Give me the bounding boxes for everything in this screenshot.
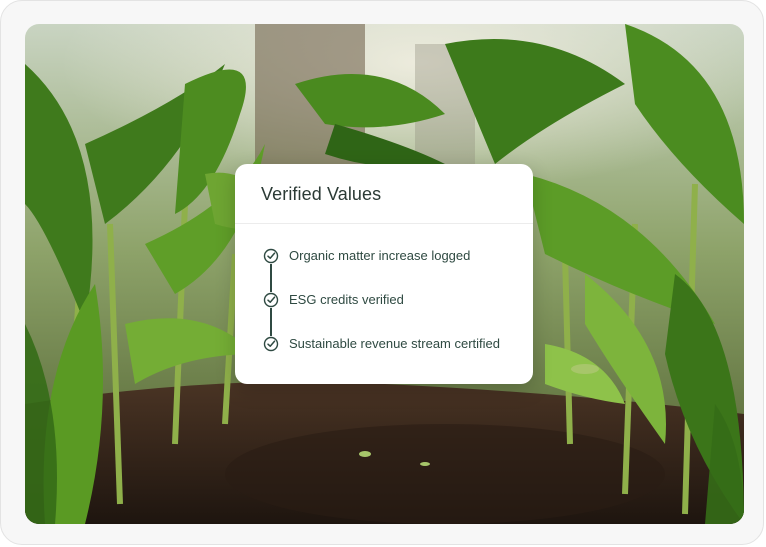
- step-connector: [270, 308, 272, 336]
- step-label: Sustainable revenue stream certified: [289, 336, 501, 351]
- card-title: Verified Values: [261, 184, 382, 204]
- step-label: ESG credits verified: [289, 292, 404, 307]
- list-item: ESG credits verified: [263, 292, 525, 336]
- list-item: Sustainable revenue stream certified: [263, 336, 525, 380]
- screenshot-frame: Verified Values Organic matter increase …: [0, 0, 764, 545]
- verified-values-card: Verified Values Organic matter increase …: [235, 164, 533, 384]
- check-circle-icon: [263, 248, 279, 292]
- card-divider: [235, 223, 533, 224]
- check-circle-icon: [263, 336, 279, 352]
- step-connector: [270, 264, 272, 292]
- step-label: Organic matter increase logged: [289, 248, 471, 263]
- check-circle-icon: [263, 292, 279, 336]
- list-item: Organic matter increase logged: [263, 248, 525, 292]
- verified-steps-list: Organic matter increase logged ESG credi…: [263, 248, 525, 380]
